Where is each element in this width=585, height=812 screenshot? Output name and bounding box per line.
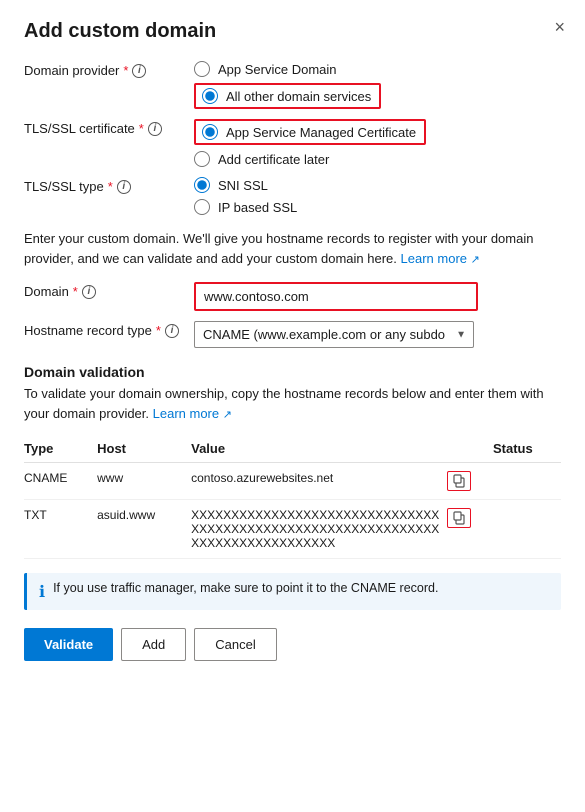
- info-banner-icon: ℹ: [39, 582, 45, 602]
- footer-buttons: Validate Add Cancel: [24, 628, 561, 661]
- domain-provider-app-service-label: App Service Domain: [218, 62, 337, 77]
- tls-cert-label: TLS/SSL certificate * i: [24, 119, 194, 136]
- validate-button[interactable]: Validate: [24, 628, 113, 661]
- domain-validation-table: Type Host Value Status CNAME www contoso…: [24, 435, 561, 559]
- tls-cert-add-later-option[interactable]: Add certificate later: [194, 151, 426, 167]
- tls-cert-managed-highlighted: App Service Managed Certificate: [194, 119, 426, 145]
- close-button[interactable]: ×: [554, 18, 565, 36]
- tls-type-info-icon[interactable]: i: [117, 180, 131, 194]
- col-header-status: Status: [493, 435, 561, 463]
- tls-cert-add-later-radio[interactable]: [194, 151, 210, 167]
- domain-validation-section: Domain validation To validate your domai…: [24, 364, 561, 559]
- domain-provider-info-icon[interactable]: i: [132, 64, 146, 78]
- domain-provider-app-service-radio[interactable]: [194, 61, 210, 77]
- domain-row: Domain * i: [24, 282, 561, 311]
- tls-cert-managed-option[interactable]: App Service Managed Certificate: [202, 124, 416, 140]
- row2-host: asuid.www: [97, 500, 191, 559]
- info-banner: ℹ If you use traffic manager, make sure …: [24, 573, 561, 610]
- row1-host: www: [97, 463, 191, 500]
- tls-cert-managed-label: App Service Managed Certificate: [226, 125, 416, 140]
- col-header-copy: [447, 435, 493, 463]
- tls-type-ip-radio[interactable]: [194, 199, 210, 215]
- domain-validation-desc: To validate your domain ownership, copy …: [24, 384, 561, 423]
- table-row: CNAME www contoso.azurewebsites.net: [24, 463, 561, 500]
- domain-provider-all-other-radio[interactable]: [202, 88, 218, 104]
- row1-value: contoso.azurewebsites.net: [191, 463, 447, 500]
- tls-cert-info-icon[interactable]: i: [148, 122, 162, 136]
- row1-copy-button[interactable]: [447, 471, 471, 491]
- description-ext-link-icon: ↗: [471, 252, 480, 269]
- dialog-title: Add custom domain: [24, 20, 561, 43]
- row1-type: CNAME: [24, 463, 97, 500]
- row2-type: TXT: [24, 500, 97, 559]
- domain-validation-learn-more-link[interactable]: Learn more ↗: [153, 406, 232, 421]
- domain-provider-all-other-option[interactable]: All other domain services: [202, 88, 371, 104]
- tls-type-row: TLS/SSL type * i SNI SSL IP based SSL: [24, 177, 561, 215]
- info-banner-text: If you use traffic manager, make sure to…: [53, 581, 438, 595]
- cancel-button[interactable]: Cancel: [194, 628, 276, 661]
- tls-type-sni-label: SNI SSL: [218, 178, 268, 193]
- tls-type-ip-label: IP based SSL: [218, 200, 297, 215]
- row2-copy-cell: [447, 500, 493, 559]
- tls-type-sni-option[interactable]: SNI SSL: [194, 177, 297, 193]
- hostname-record-label: Hostname record type * i: [24, 321, 194, 338]
- tls-type-sni-radio[interactable]: [194, 177, 210, 193]
- description-text: Enter your custom domain. We'll give you…: [24, 229, 561, 268]
- domain-provider-label: Domain provider * i: [24, 61, 194, 78]
- domain-provider-app-service-option[interactable]: App Service Domain: [194, 61, 381, 77]
- hostname-record-select-wrapper: CNAME (www.example.com or any subdo... A…: [194, 321, 474, 348]
- row2-value: XXXXXXXXXXXXXXXXXXXXXXXXXXXXXXXXXXXXXXXX…: [191, 500, 447, 559]
- tls-cert-managed-radio[interactable]: [202, 124, 218, 140]
- add-custom-domain-dialog: Add custom domain × Domain provider * i …: [0, 0, 585, 812]
- domain-label: Domain * i: [24, 282, 194, 299]
- row1-copy-cell: [447, 463, 493, 500]
- hostname-record-info-icon[interactable]: i: [165, 324, 179, 338]
- domain-input[interactable]: [196, 284, 476, 309]
- tls-type-options: SNI SSL IP based SSL: [194, 177, 297, 215]
- domain-provider-all-other-highlighted: All other domain services: [194, 83, 381, 109]
- tls-type-label: TLS/SSL type * i: [24, 177, 194, 194]
- add-button[interactable]: Add: [121, 628, 186, 661]
- hostname-record-row: Hostname record type * i CNAME (www.exam…: [24, 321, 561, 348]
- row2-copy-button[interactable]: [447, 508, 471, 528]
- domain-provider-options: App Service Domain All other domain serv…: [194, 61, 381, 109]
- domain-provider-all-other-label: All other domain services: [226, 89, 371, 104]
- tls-cert-add-later-label: Add certificate later: [218, 152, 329, 167]
- tls-type-ip-option[interactable]: IP based SSL: [194, 199, 297, 215]
- row2-status: [493, 500, 561, 559]
- table-row: TXT asuid.www XXXXXXXXXXXXXXXXXXXXXXXXXX…: [24, 500, 561, 559]
- col-header-type: Type: [24, 435, 97, 463]
- domain-validation-title: Domain validation: [24, 364, 561, 380]
- col-header-host: Host: [97, 435, 191, 463]
- row1-status: [493, 463, 561, 500]
- hostname-record-select[interactable]: CNAME (www.example.com or any subdo... A…: [194, 321, 474, 348]
- col-header-value: Value: [191, 435, 447, 463]
- domain-info-icon[interactable]: i: [82, 285, 96, 299]
- tls-cert-options: App Service Managed Certificate Add cert…: [194, 119, 426, 167]
- domain-provider-row: Domain provider * i App Service Domain A…: [24, 61, 561, 109]
- tls-cert-row: TLS/SSL certificate * i App Service Mana…: [24, 119, 561, 167]
- domain-input-wrapper: [194, 282, 478, 311]
- domain-validation-ext-link-icon: ↗: [223, 407, 232, 424]
- description-learn-more-link[interactable]: Learn more ↗: [401, 251, 480, 266]
